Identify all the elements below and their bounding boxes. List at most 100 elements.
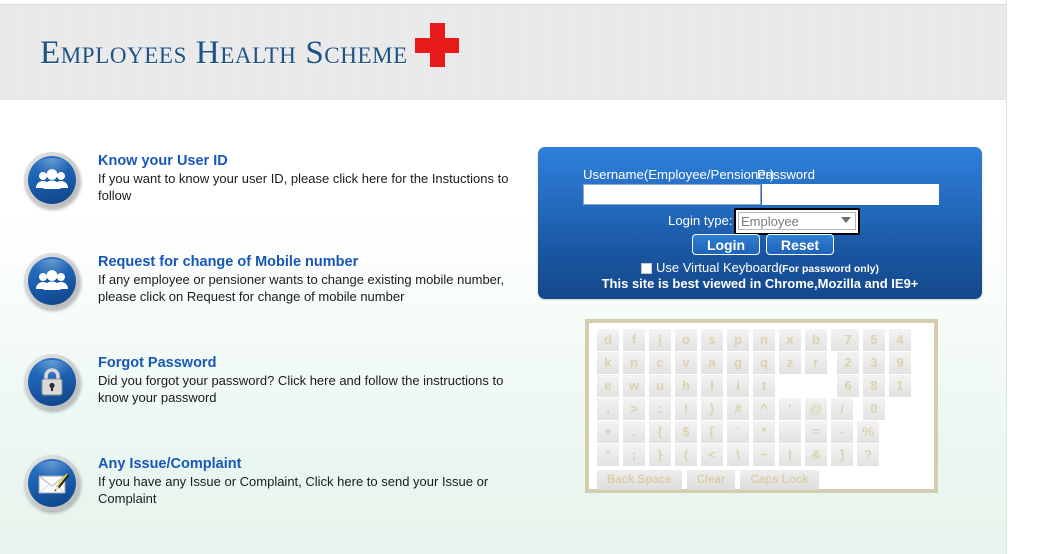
users-group-icon (24, 253, 80, 309)
virtual-keyboard-number-key[interactable]: 4 (889, 329, 911, 351)
virtual-keyboard-number-key[interactable]: 8 (863, 375, 885, 397)
virtual-keyboard-key[interactable]: > (623, 398, 645, 420)
virtual-keyboard-key[interactable]: i (727, 375, 749, 397)
site-header: Employees Health Scheme (0, 4, 1006, 100)
virtual-keyboard-key[interactable]: s (701, 329, 723, 351)
virtual-keyboard-note: (For password only) (778, 263, 879, 275)
username-input[interactable] (583, 184, 761, 205)
info-item-description: If any employee or pensioner wants to ch… (98, 272, 505, 304)
virtual-keyboard-key[interactable]: t (753, 375, 775, 397)
virtual-keyboard-key[interactable]: r (805, 352, 827, 374)
right-gutter (1006, 0, 1049, 554)
virtual-keyboard-key[interactable]: n (623, 352, 645, 374)
virtual-keyboard-key[interactable]: = (805, 421, 827, 443)
virtual-keyboard-number-key[interactable]: 0 (863, 398, 885, 420)
virtual-keyboard-key[interactable]: n (753, 329, 775, 351)
virtual-keyboard-key[interactable]: l (701, 375, 723, 397)
info-item-description: If you have any Issue or Complaint, Clic… (98, 474, 489, 506)
virtual-keyboard-key[interactable]: @ (805, 398, 827, 420)
virtual-keyboard-toggle-row: Use Virtual Keyboard(For password only) (538, 259, 982, 277)
virtual-keyboard-key[interactable]: ^ (753, 398, 775, 420)
login-button[interactable]: Login (692, 234, 760, 255)
virtual-keyboard-key[interactable]: } (649, 444, 671, 466)
password-input[interactable] (762, 184, 939, 205)
virtual-keyboard-number-key[interactable]: 5 (863, 329, 885, 351)
virtual-keyboard-key[interactable]: [ (701, 421, 723, 443)
virtual-keyboard-key[interactable]: + (597, 421, 619, 443)
login-type-label: Login type: (668, 213, 733, 228)
virtual-keyboard-key[interactable]: ! (675, 398, 697, 420)
virtual-keyboard-key[interactable]: { (649, 421, 671, 443)
virtual-keyboard-key[interactable]: k (597, 352, 619, 374)
virtual-keyboard-key[interactable]: u (649, 375, 671, 397)
virtual-keyboard-key[interactable]: & (805, 444, 827, 466)
virtual-keyboard-key[interactable]: g (727, 352, 749, 374)
virtual-keyboard-key[interactable]: | (779, 444, 801, 466)
virtual-keyboard-checkbox[interactable] (641, 263, 653, 274)
virtual-keyboard-key[interactable]: ; (623, 444, 645, 466)
virtual-keyboard-key[interactable]: ) (701, 398, 723, 420)
page-root: Employees Health Scheme Know your User I… (0, 0, 1049, 554)
virtual-keyboard-key[interactable]: p (727, 329, 749, 351)
page-title: Employees Health Scheme (40, 35, 408, 71)
virtual-keyboard-key[interactable]: * (753, 421, 775, 443)
virtual-keyboard-key[interactable]: q (753, 352, 775, 374)
virtual-keyboard-key[interactable]: ( (675, 444, 697, 466)
virtual-keyboard: dfjospnxbykncvagqzrewuhlit,>:!)#^'@/+.{$… (585, 319, 938, 493)
virtual-keyboard-key[interactable]: ~ (753, 444, 775, 466)
virtual-keyboard-key[interactable]: \ (727, 444, 749, 466)
info-item-description: If you want to know your user ID, please… (98, 171, 509, 203)
virtual-keyboard-key[interactable]: ? (857, 444, 879, 466)
virtual-keyboard-number-key[interactable]: 9 (889, 352, 911, 374)
virtual-keyboard-key[interactable]: j (649, 329, 671, 351)
red-cross-bar-vertical (430, 23, 445, 67)
virtual-keyboard-number-key[interactable]: 1 (889, 375, 911, 397)
virtual-keyboard-control-key[interactable]: Back Space (597, 470, 682, 490)
virtual-keyboard-key[interactable]: < (701, 444, 723, 466)
lock-icon (24, 354, 80, 410)
virtual-keyboard-control-key[interactable]: Caps Lock (740, 470, 819, 490)
virtual-keyboard-key[interactable]: b (805, 329, 827, 351)
virtual-keyboard-key[interactable]: : (649, 398, 671, 420)
virtual-keyboard-key[interactable]: d (597, 329, 619, 351)
login-type-select[interactable]: Employee (738, 212, 856, 230)
reset-button[interactable]: Reset (766, 234, 834, 255)
virtual-keyboard-key[interactable]: c (649, 352, 671, 374)
virtual-keyboard-key[interactable]: _ (779, 421, 801, 443)
virtual-keyboard-key[interactable]: " (597, 444, 619, 466)
virtual-keyboard-number-key[interactable]: 7 (837, 329, 859, 351)
browser-compatibility-note: This site is best viewed in Chrome,Mozil… (601, 276, 919, 291)
virtual-keyboard-control-key[interactable]: Clear (686, 470, 736, 490)
virtual-keyboard-key[interactable]: ` (727, 421, 749, 443)
envelope-pen-icon (24, 455, 80, 511)
virtual-keyboard-key[interactable]: o (675, 329, 697, 351)
login-type-select-wrapper[interactable]: Employee (734, 208, 860, 235)
login-panel: Username(Employee/Pensioner) Password Lo… (538, 147, 982, 299)
virtual-keyboard-key[interactable]: v (675, 352, 697, 374)
virtual-keyboard-key[interactable]: x (779, 329, 801, 351)
virtual-keyboard-key[interactable]: . (623, 421, 645, 443)
virtual-keyboard-row: ";}(< \ ~ | &]? (597, 444, 934, 467)
virtual-keyboard-key[interactable]: $ (675, 421, 697, 443)
users-group-icon (24, 152, 80, 208)
virtual-keyboard-number-key[interactable]: 3 (863, 352, 885, 374)
virtual-keyboard-key[interactable]: # (727, 398, 749, 420)
info-item-title: Know your User ID (98, 153, 228, 169)
virtual-keyboard-key[interactable]: h (675, 375, 697, 397)
info-item-title: Request for change of Mobile number (98, 254, 359, 270)
virtual-keyboard-number-key[interactable]: 6 (837, 375, 859, 397)
virtual-keyboard-label: Use Virtual Keyboard (656, 260, 779, 275)
virtual-keyboard-key[interactable]: ] (831, 444, 853, 466)
virtual-keyboard-key[interactable]: , (597, 398, 619, 420)
virtual-keyboard-key[interactable]: w (623, 375, 645, 397)
virtual-keyboard-number-key[interactable]: 2 (837, 352, 859, 374)
virtual-keyboard-numpad: 754 239 6810 (837, 329, 927, 425)
username-label: Username(Employee/Pensioner) (583, 167, 775, 182)
virtual-keyboard-key[interactable]: f (623, 329, 645, 351)
info-item-description: Did you forgot your password? Click here… (98, 373, 504, 405)
virtual-keyboard-key[interactable]: z (779, 352, 801, 374)
password-label: Password (757, 167, 815, 182)
virtual-keyboard-key[interactable]: ' (779, 398, 801, 420)
virtual-keyboard-key[interactable]: a (701, 352, 723, 374)
virtual-keyboard-key[interactable]: e (597, 375, 619, 397)
